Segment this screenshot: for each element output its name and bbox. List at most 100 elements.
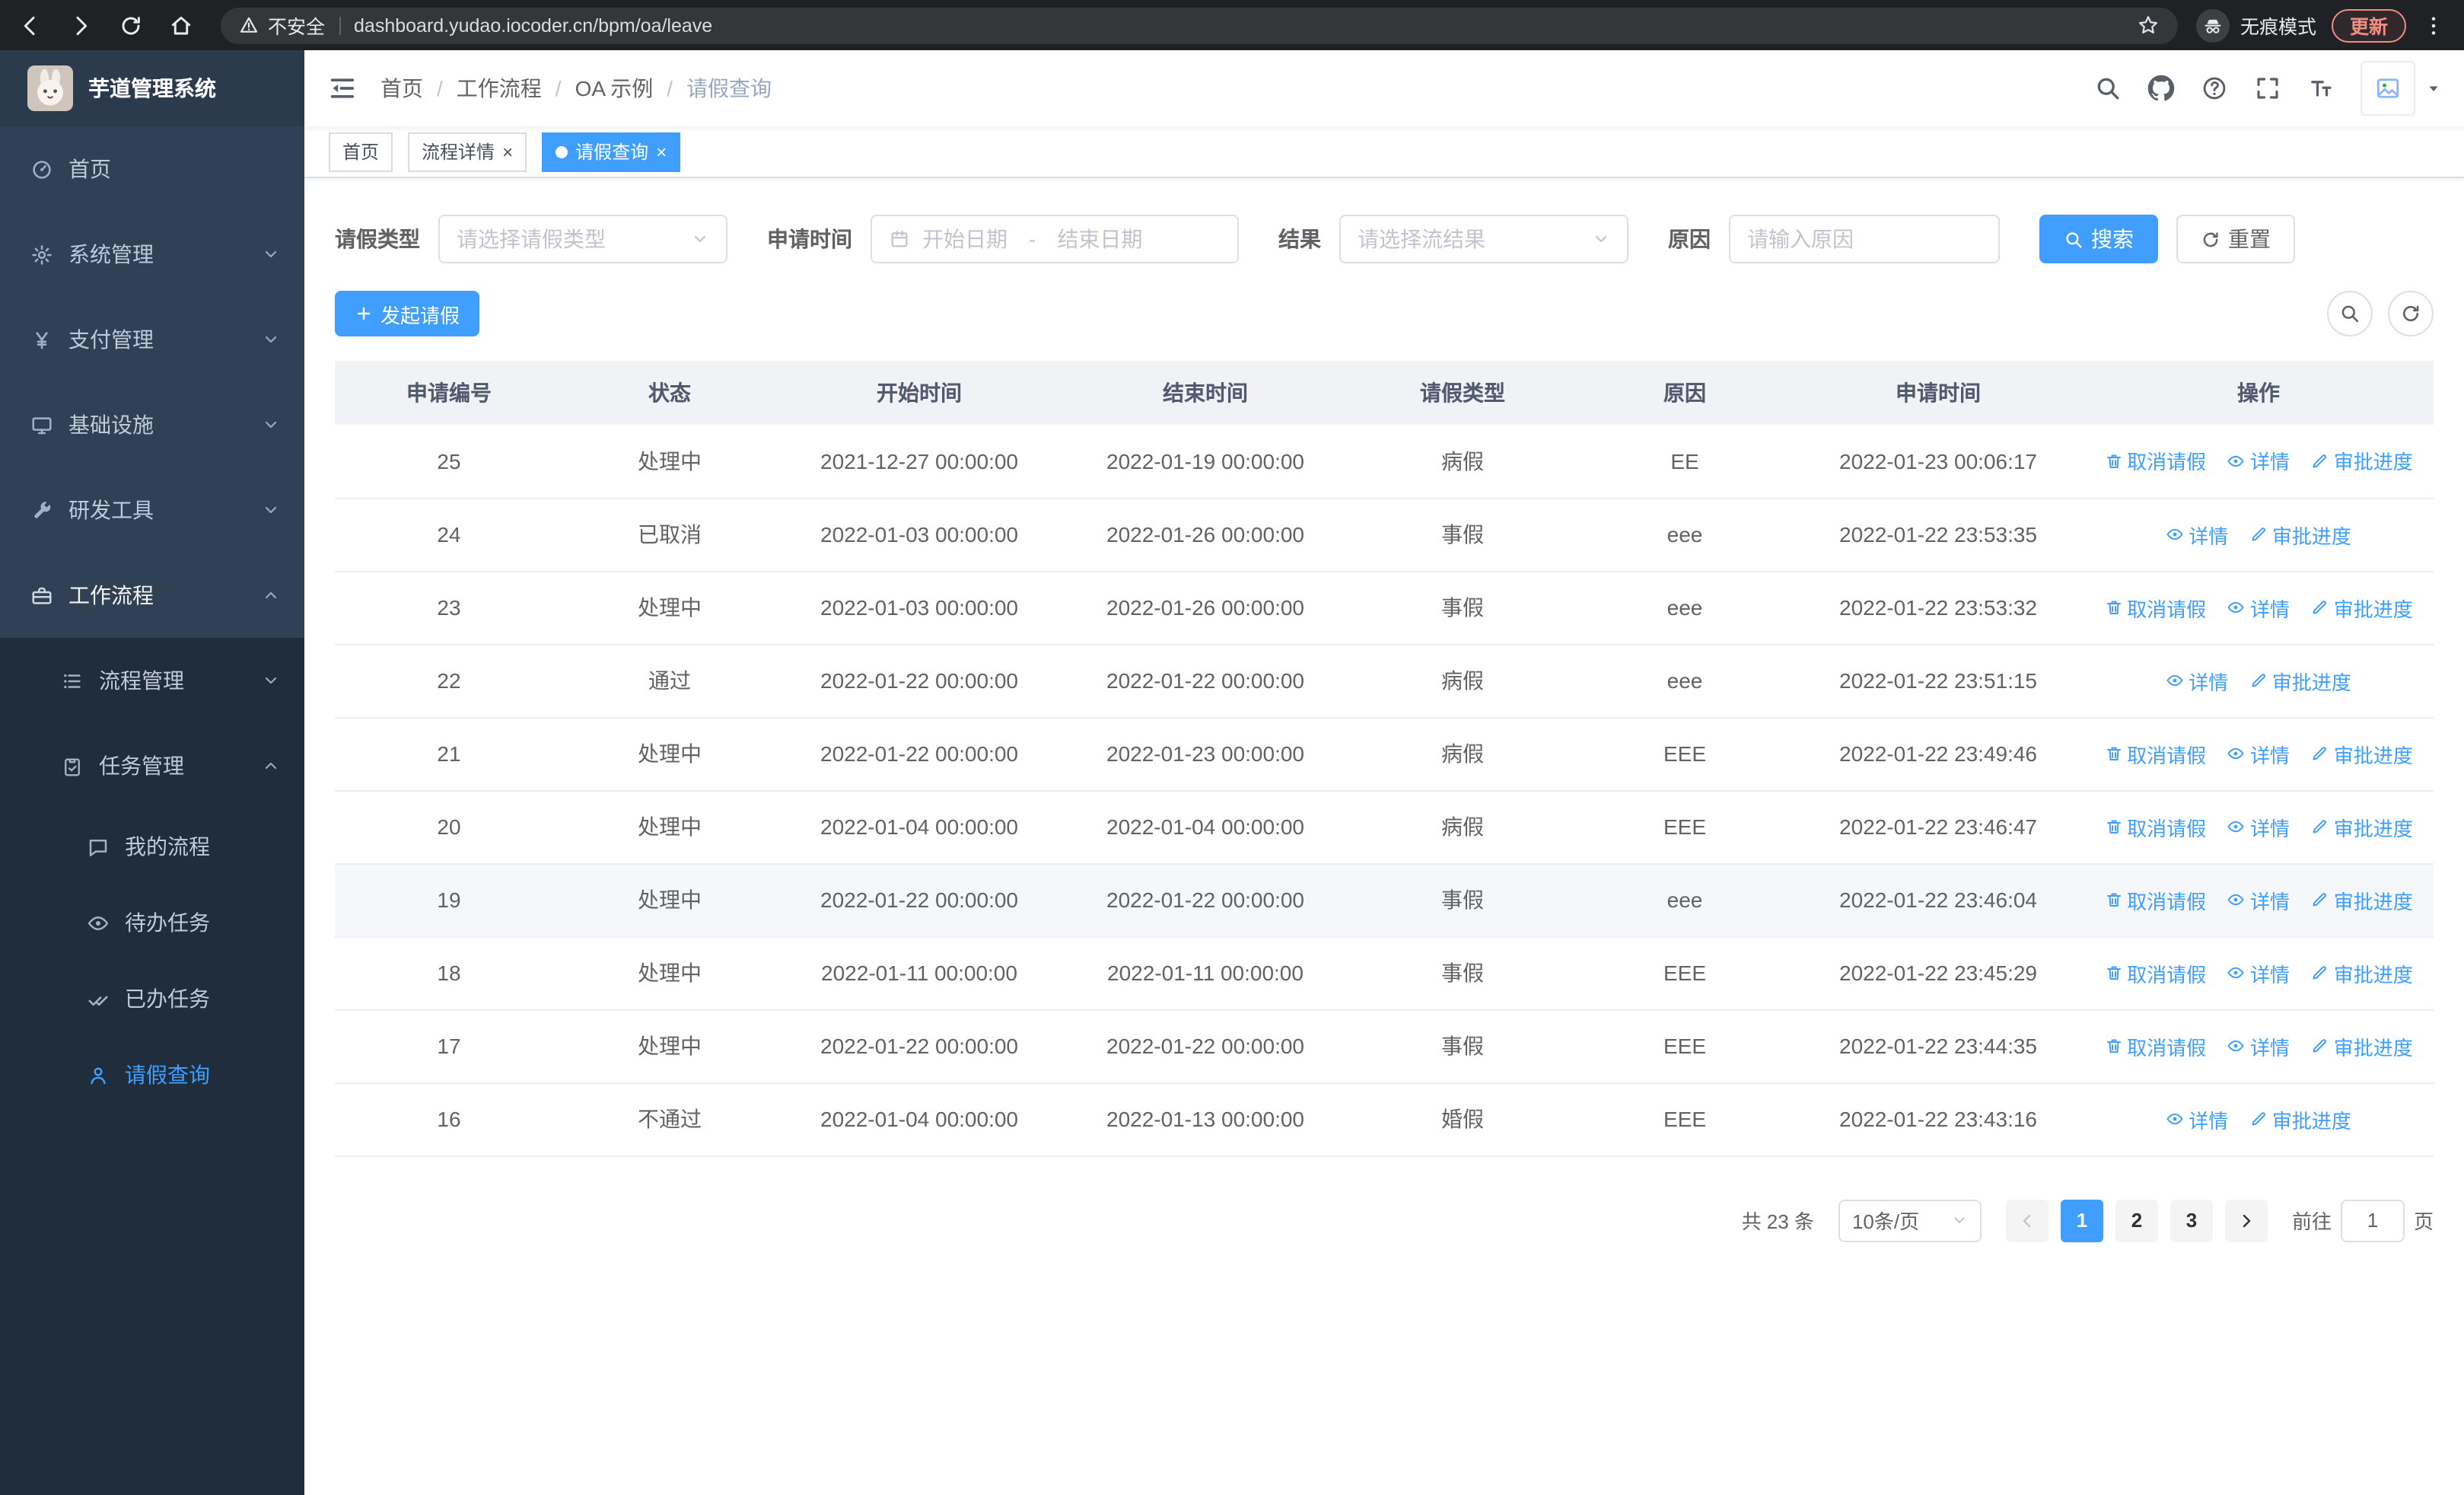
browser-menu-icon[interactable] bbox=[2421, 13, 2446, 37]
tab-process-detail[interactable]: 流程详情 × bbox=[408, 132, 527, 171]
sidebar-toggle-icon[interactable] bbox=[304, 50, 380, 126]
sidebar-item-home[interactable]: 首页 bbox=[0, 126, 304, 212]
cell-operations: 取消请假 详情 审批进度 bbox=[2084, 1009, 2434, 1083]
sidebar-item-infra[interactable]: 基础设施 bbox=[0, 382, 304, 467]
cancel-leave-link[interactable]: 取消请假 bbox=[2104, 447, 2206, 476]
avatar[interactable] bbox=[2361, 61, 2415, 116]
tab-close-icon[interactable]: × bbox=[502, 142, 513, 161]
table-row[interactable]: 24 已取消 2022-01-03 00:00:00 2022-01-26 00… bbox=[335, 498, 2434, 572]
sidebar-item-system[interactable]: 系统管理 bbox=[0, 212, 304, 297]
table-row[interactable]: 20 处理中 2022-01-04 00:00:00 2022-01-04 00… bbox=[335, 790, 2434, 864]
cancel-leave-link[interactable]: 取消请假 bbox=[2104, 958, 2206, 987]
table-row[interactable]: 23 处理中 2022-01-03 00:00:00 2022-01-26 00… bbox=[335, 571, 2434, 645]
tab-home[interactable]: 首页 bbox=[329, 132, 393, 171]
create-leave-button[interactable]: 发起请假 bbox=[335, 291, 480, 336]
breadcrumb-item[interactable]: 工作流程 bbox=[457, 73, 542, 104]
table-row[interactable]: 17 处理中 2022-01-22 00:00:00 2022-01-22 00… bbox=[335, 1009, 2434, 1083]
approval-progress-link[interactable]: 审批进度 bbox=[2311, 1031, 2413, 1060]
approval-progress-link[interactable]: 审批进度 bbox=[2311, 812, 2413, 841]
font-size-icon[interactable] bbox=[2307, 75, 2335, 102]
result-select[interactable]: 请选择流结果 bbox=[1339, 215, 1628, 263]
toggle-search-button[interactable] bbox=[2327, 291, 2373, 336]
sidebar-item-dev-tools[interactable]: 研发工具 bbox=[0, 467, 304, 553]
detail-link[interactable]: 详情 bbox=[2227, 812, 2290, 841]
bookmark-star-icon[interactable] bbox=[2137, 14, 2160, 37]
table-row[interactable]: 21 处理中 2022-01-22 00:00:00 2022-01-23 00… bbox=[335, 717, 2434, 791]
leave-table-body: 25 处理中 2021-12-27 00:00:00 2022-01-19 00… bbox=[335, 425, 2434, 1156]
detail-link[interactable]: 详情 bbox=[2166, 666, 2228, 695]
approval-progress-link[interactable]: 审批进度 bbox=[2311, 885, 2413, 914]
reset-button[interactable]: 重置 bbox=[2176, 215, 2295, 263]
prev-page-button[interactable] bbox=[2005, 1199, 2049, 1242]
detail-link[interactable]: 详情 bbox=[2227, 885, 2290, 914]
detail-link[interactable]: 详情 bbox=[2227, 1031, 2290, 1060]
sidebar-item-my-process[interactable]: 我的流程 bbox=[0, 808, 304, 885]
detail-link[interactable]: 详情 bbox=[2227, 958, 2290, 987]
detail-link[interactable]: 详情 bbox=[2227, 593, 2290, 622]
help-icon[interactable] bbox=[2201, 75, 2228, 102]
update-button[interactable]: 更新 bbox=[2331, 8, 2406, 42]
cancel-leave-link[interactable]: 取消请假 bbox=[2104, 812, 2206, 841]
table-row[interactable]: 22 通过 2022-01-22 00:00:00 2022-01-22 00:… bbox=[335, 644, 2434, 718]
sidebar-item-done-tasks[interactable]: 已办任务 bbox=[0, 961, 304, 1037]
detail-link[interactable]: 详情 bbox=[2166, 1105, 2228, 1133]
breadcrumb-item[interactable]: 首页 bbox=[380, 73, 423, 104]
sidebar-item-task-mgmt[interactable]: 任务管理 bbox=[0, 723, 304, 808]
leave-type-select[interactable]: 请选择请假类型 bbox=[438, 215, 727, 263]
table-row[interactable]: 25 处理中 2021-12-27 00:00:00 2022-01-19 00… bbox=[335, 425, 2434, 499]
back-icon[interactable] bbox=[18, 13, 43, 37]
security-label[interactable]: 不安全 bbox=[268, 11, 325, 40]
approval-progress-link[interactable]: 审批进度 bbox=[2311, 447, 2413, 476]
forward-icon[interactable] bbox=[68, 13, 93, 37]
table-row[interactable]: 16 不通过 2022-01-04 00:00:00 2022-01-13 00… bbox=[335, 1082, 2434, 1156]
reason-input[interactable] bbox=[1729, 215, 2000, 263]
page-size-select[interactable]: 10条/页 bbox=[1838, 1199, 1982, 1242]
fullscreen-icon[interactable] bbox=[2254, 75, 2281, 102]
approval-progress-link[interactable]: 审批进度 bbox=[2249, 1105, 2351, 1133]
next-page-button[interactable] bbox=[2224, 1199, 2268, 1242]
date-range-picker[interactable]: 开始日期 - 结束日期 bbox=[871, 215, 1239, 263]
cell-apply-id: 21 bbox=[335, 717, 563, 791]
chevron-right-icon bbox=[2237, 1211, 2255, 1229]
tab-leave-query[interactable]: 请假查询 × bbox=[542, 132, 681, 171]
cell-reason: EE bbox=[1577, 425, 1793, 499]
sidebar-item-workflow[interactable]: 工作流程 bbox=[0, 553, 304, 638]
page-button-3[interactable]: 3 bbox=[2170, 1199, 2213, 1242]
logo[interactable]: 芋道管理系统 bbox=[0, 50, 304, 126]
cancel-leave-link[interactable]: 取消请假 bbox=[2104, 1031, 2206, 1060]
page-button-1[interactable]: 1 bbox=[2060, 1199, 2103, 1242]
table-row[interactable]: 18 处理中 2022-01-11 00:00:00 2022-01-11 00… bbox=[335, 936, 2434, 1010]
sidebar-item-todo-tasks[interactable]: 待办任务 bbox=[0, 885, 304, 961]
detail-link[interactable]: 详情 bbox=[2227, 447, 2290, 476]
breadcrumb-item[interactable]: OA 示例 bbox=[575, 73, 654, 104]
cancel-leave-link[interactable]: 取消请假 bbox=[2104, 593, 2206, 622]
tab-close-icon[interactable]: × bbox=[656, 142, 667, 161]
approval-progress-link[interactable]: 审批进度 bbox=[2311, 739, 2413, 768]
reload-icon[interactable] bbox=[119, 13, 143, 37]
detail-link[interactable]: 详情 bbox=[2166, 520, 2228, 549]
table-row[interactable]: 19 处理中 2022-01-22 00:00:00 2022-01-22 00… bbox=[335, 863, 2434, 937]
sidebar-item-leave-query[interactable]: 请假查询 bbox=[0, 1037, 304, 1113]
cell-end-time: 2022-01-19 00:00:00 bbox=[1062, 425, 1348, 499]
address-bar[interactable]: 不安全 dashboard.yudao.iocoder.cn/bpm/oa/le… bbox=[221, 7, 2178, 43]
detail-link[interactable]: 详情 bbox=[2227, 739, 2290, 768]
github-icon[interactable] bbox=[2147, 75, 2175, 102]
url-text[interactable]: dashboard.yudao.iocoder.cn/bpm/oa/leave bbox=[354, 14, 712, 36]
home-icon[interactable] bbox=[169, 13, 193, 37]
approval-progress-link[interactable]: 审批进度 bbox=[2249, 666, 2351, 695]
sidebar-item-process-mgmt[interactable]: 流程管理 bbox=[0, 638, 304, 723]
page-button-2[interactable]: 2 bbox=[2115, 1199, 2158, 1242]
approval-progress-link[interactable]: 审批进度 bbox=[2311, 958, 2413, 987]
user-menu[interactable] bbox=[2361, 61, 2443, 116]
search-button[interactable]: 搜索 bbox=[2039, 215, 2158, 263]
cancel-leave-link[interactable]: 取消请假 bbox=[2104, 739, 2206, 768]
search-icon[interactable] bbox=[2094, 75, 2122, 102]
cancel-leave-link[interactable]: 取消请假 bbox=[2104, 885, 2206, 914]
approval-progress-link[interactable]: 审批进度 bbox=[2311, 593, 2413, 622]
not-secure-icon[interactable] bbox=[239, 15, 259, 35]
goto-page-input[interactable] bbox=[2340, 1199, 2405, 1242]
approval-progress-link[interactable]: 审批进度 bbox=[2249, 520, 2351, 549]
refresh-table-button[interactable] bbox=[2388, 291, 2434, 336]
sidebar-item-payment[interactable]: 支付管理 bbox=[0, 297, 304, 382]
cell-end-time: 2022-01-26 00:00:00 bbox=[1062, 571, 1348, 645]
